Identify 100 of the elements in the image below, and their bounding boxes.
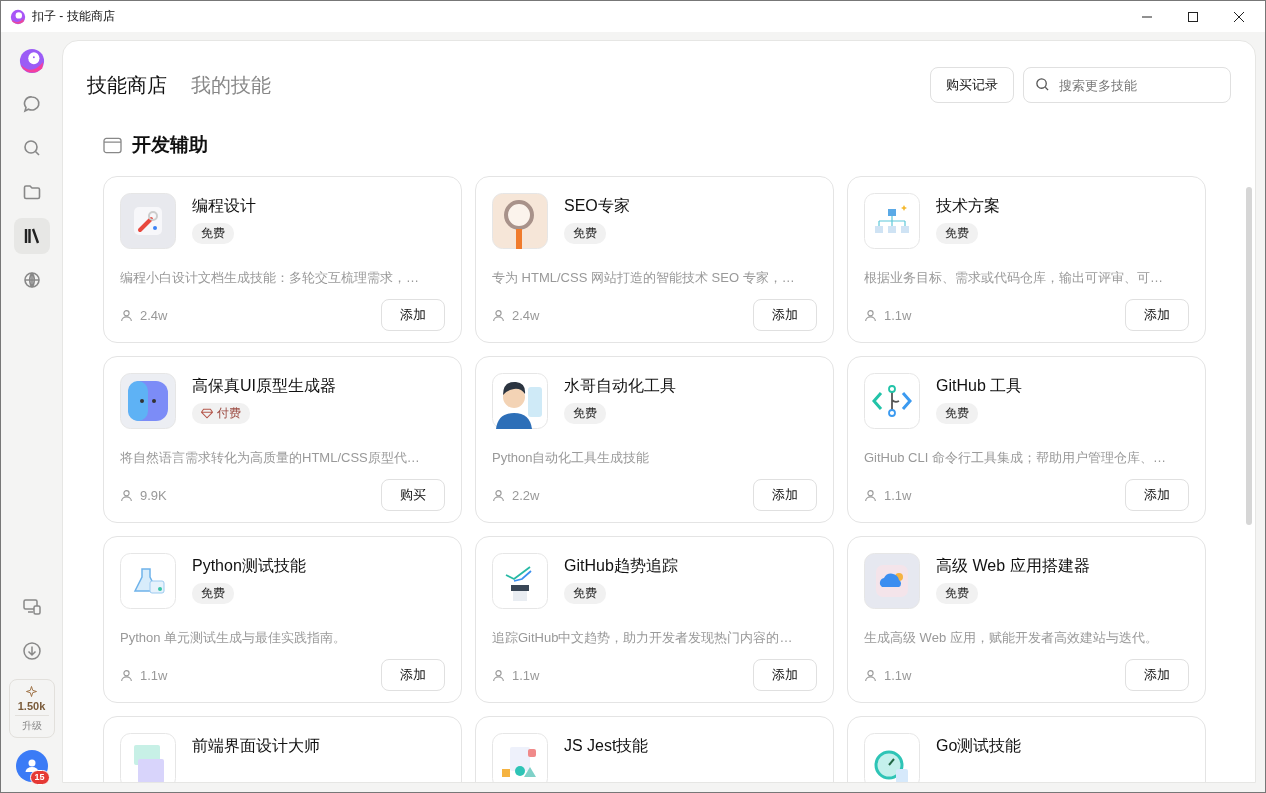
app-logo-icon xyxy=(10,8,26,25)
skill-name: 水哥自动化工具 xyxy=(564,376,676,396)
skill-description: Python 单元测试生成与最佳实践指南。 xyxy=(120,629,348,647)
skill-name: GitHub 工具 xyxy=(936,376,1023,396)
user-icon xyxy=(864,488,877,502)
price-label: 免费 xyxy=(573,225,597,242)
skill-card[interactable]: JS Jest技能 xyxy=(475,716,834,782)
flowchart-icon xyxy=(864,193,920,249)
add-button[interactable]: 添加 xyxy=(381,659,445,691)
skill-description: 根据业务目标、需求或代码仓库，输出可评审、可… xyxy=(864,269,1164,287)
skill-card[interactable]: GitHub 工具 免费 GitHub CLI 命令行工具集成；帮助用户管理仓库、… 1.1w 添加 xyxy=(847,356,1206,523)
tab[interactable]: 技能商店 xyxy=(87,71,167,99)
user-count: 1.1w xyxy=(884,487,912,503)
skill-card[interactable]: 技术方案 免费 根据业务目标、需求或代码仓库，输出可评审、可… 1.1w 添加 xyxy=(847,176,1206,343)
app-logo-icon[interactable] xyxy=(18,48,45,74)
user-count: 2.4w xyxy=(140,307,168,323)
user-count: 2.2w xyxy=(512,487,540,503)
mascot-icon xyxy=(120,373,176,429)
skill-description: GitHub CLI 命令行工具集成；帮助用户管理仓库、… xyxy=(864,449,1167,467)
window-title: 扣子 - 技能商店 xyxy=(32,8,115,25)
skill-description: 生成高级 Web 应用，赋能开发者高效建站与迭代。 xyxy=(864,629,1159,647)
chat-bubble-icon xyxy=(21,94,42,114)
cloud-icon xyxy=(864,553,920,609)
skill-name: 技术方案 xyxy=(936,196,1000,216)
globe-icon xyxy=(21,270,42,290)
user-icon xyxy=(492,308,505,322)
price-label: 免费 xyxy=(201,585,225,602)
price-label: 免费 xyxy=(573,585,597,602)
sidebar-item[interactable] xyxy=(13,218,50,254)
skill-name: 高保真UI原型生成器 xyxy=(192,376,336,396)
user-icon xyxy=(864,308,877,322)
skill-description: Python自动化工具生成技能 xyxy=(492,449,651,467)
close-icon[interactable] xyxy=(1233,10,1245,23)
user-count: 1.1w xyxy=(884,667,912,683)
skill-name: Go测试技能 xyxy=(936,736,1022,756)
skill-card[interactable]: 水哥自动化工具 免费 Python自动化工具生成技能 2.2w 添加 xyxy=(475,356,834,523)
skill-name: 编程设计 xyxy=(192,196,256,216)
user-count: 2.4w xyxy=(512,307,540,323)
user-icon xyxy=(864,668,877,682)
wrench-icon xyxy=(120,193,176,249)
price-label: 免费 xyxy=(945,585,969,602)
skill-card[interactable]: Python测试技能 免费 Python 单元测试生成与最佳实践指南。 1.1w 添加 xyxy=(103,536,462,703)
skill-description: 编程小白设计文档生成技能：多轮交互梳理需求，… xyxy=(120,269,420,287)
user-icon xyxy=(492,488,505,502)
user-count: 1.1w xyxy=(140,667,168,683)
skill-card[interactable]: Go测试技能 xyxy=(847,716,1206,782)
skill-description: 追踪GitHub中文趋势，助力开发者发现热门内容的… xyxy=(492,629,794,647)
scrollbar-thumb[interactable] xyxy=(1246,187,1252,525)
download-icon[interactable] xyxy=(21,641,42,661)
sparkle-icon xyxy=(26,686,37,697)
search-field[interactable]: 搜索更多技能 xyxy=(1023,67,1231,103)
add-button[interactable]: 添加 xyxy=(753,299,817,331)
user-count: 9.9K xyxy=(140,487,167,503)
price-label: 免费 xyxy=(945,405,969,422)
devices-icon[interactable] xyxy=(21,597,42,617)
add-button[interactable]: 添加 xyxy=(381,299,445,331)
price-label: 免费 xyxy=(573,405,597,422)
add-button[interactable]: 添加 xyxy=(753,659,817,691)
user-icon xyxy=(492,668,505,682)
credits-card[interactable]: 1.50k 升级 xyxy=(8,679,55,738)
user-icon xyxy=(120,488,133,502)
skill-card[interactable]: 高级 Web 应用搭建器 免费 生成高级 Web 应用，赋能开发者高效建站与迭代。 1.1w 添加 xyxy=(847,536,1206,703)
credits-value: 1.50k xyxy=(17,700,46,712)
price-label: 免费 xyxy=(945,225,969,242)
trend-chart-icon xyxy=(492,553,548,609)
flask-icon xyxy=(120,553,176,609)
person-icon xyxy=(492,373,548,429)
user-icon xyxy=(120,308,133,322)
user-count: 1.1w xyxy=(884,307,912,323)
folder-icon xyxy=(21,182,42,202)
maximize-icon[interactable] xyxy=(1187,10,1199,23)
add-button[interactable]: 添加 xyxy=(1125,299,1189,331)
diamond-icon xyxy=(201,408,213,419)
skill-card[interactable]: SEO专家 免费 专为 HTML/CSS 网站打造的智能技术 SEO 专家，… 2.4w 添加 xyxy=(475,176,834,343)
magnifier-icon xyxy=(492,193,548,249)
user-count: 1.1w xyxy=(512,667,540,683)
price-label: 免费 xyxy=(201,225,225,242)
search-icon xyxy=(21,138,42,158)
add-button[interactable]: 购买 xyxy=(381,479,445,511)
tab[interactable]: 我的技能 xyxy=(191,71,271,99)
user-icon xyxy=(120,668,133,682)
skill-description: 将自然语言需求转化为高质量的HTML/CSS原型代… xyxy=(120,449,421,467)
add-button[interactable]: 添加 xyxy=(1125,659,1189,691)
skill-card[interactable]: 前端界面设计大师 xyxy=(103,716,462,782)
section-title: 开发辅助 xyxy=(132,133,208,157)
skill-card[interactable]: 编程设计 免费 编程小白设计文档生成技能：多轮交互梳理需求，… 2.4w 添加 xyxy=(103,176,462,343)
window-icon xyxy=(103,136,122,154)
search-icon xyxy=(1035,77,1050,92)
skill-card[interactable]: 高保真UI原型生成器 付费 将自然语言需求转化为高质量的HTML/CSS原型代… 9.9K 购买 xyxy=(103,356,462,523)
add-button[interactable]: 添加 xyxy=(1125,479,1189,511)
purchase-history-button[interactable]: 购买记录 xyxy=(930,67,1014,103)
skill-card[interactable]: GitHub趋势追踪 免费 追踪GitHub中文趋势，助力开发者发现热门内容的… 1.1w 添加 xyxy=(475,536,834,703)
skill-name: 高级 Web 应用搭建器 xyxy=(936,556,1090,576)
skill-name: Python测试技能 xyxy=(192,556,306,576)
git-branch-icon xyxy=(864,373,920,429)
skill-name: GitHub趋势追踪 xyxy=(564,556,678,576)
add-button[interactable]: 添加 xyxy=(753,479,817,511)
price-label: 付费 xyxy=(217,405,241,422)
skill-description: 专为 HTML/CSS 网站打造的智能技术 SEO 专家，… xyxy=(492,269,796,287)
skill-name: 前端界面设计大师 xyxy=(192,736,320,756)
